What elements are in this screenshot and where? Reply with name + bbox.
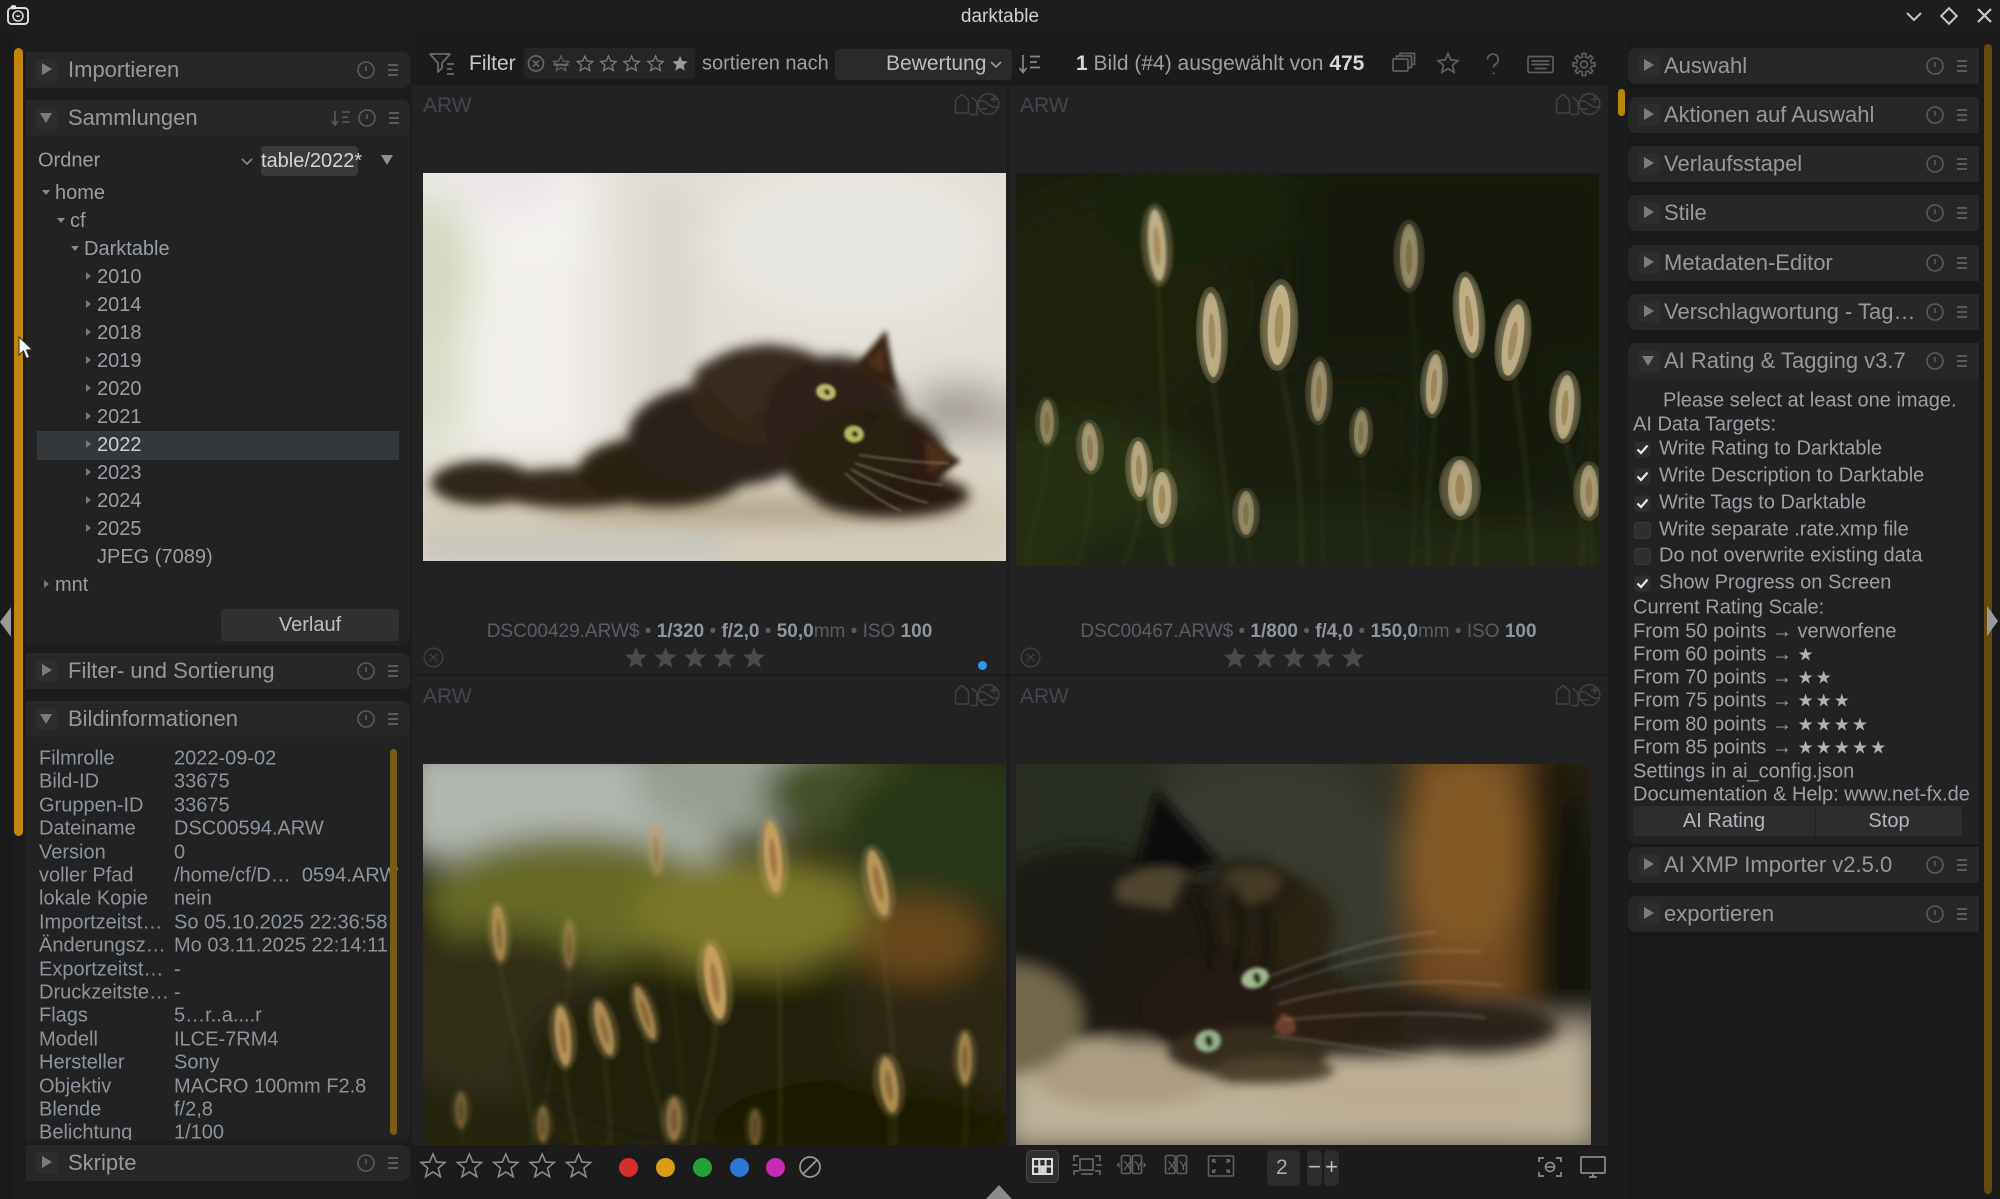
- svg-text:X: X: [1167, 1158, 1176, 1173]
- svg-text:Y: Y: [1179, 1158, 1188, 1173]
- svg-text:Y: Y: [1134, 1158, 1143, 1173]
- svg-text:X: X: [1123, 1158, 1132, 1173]
